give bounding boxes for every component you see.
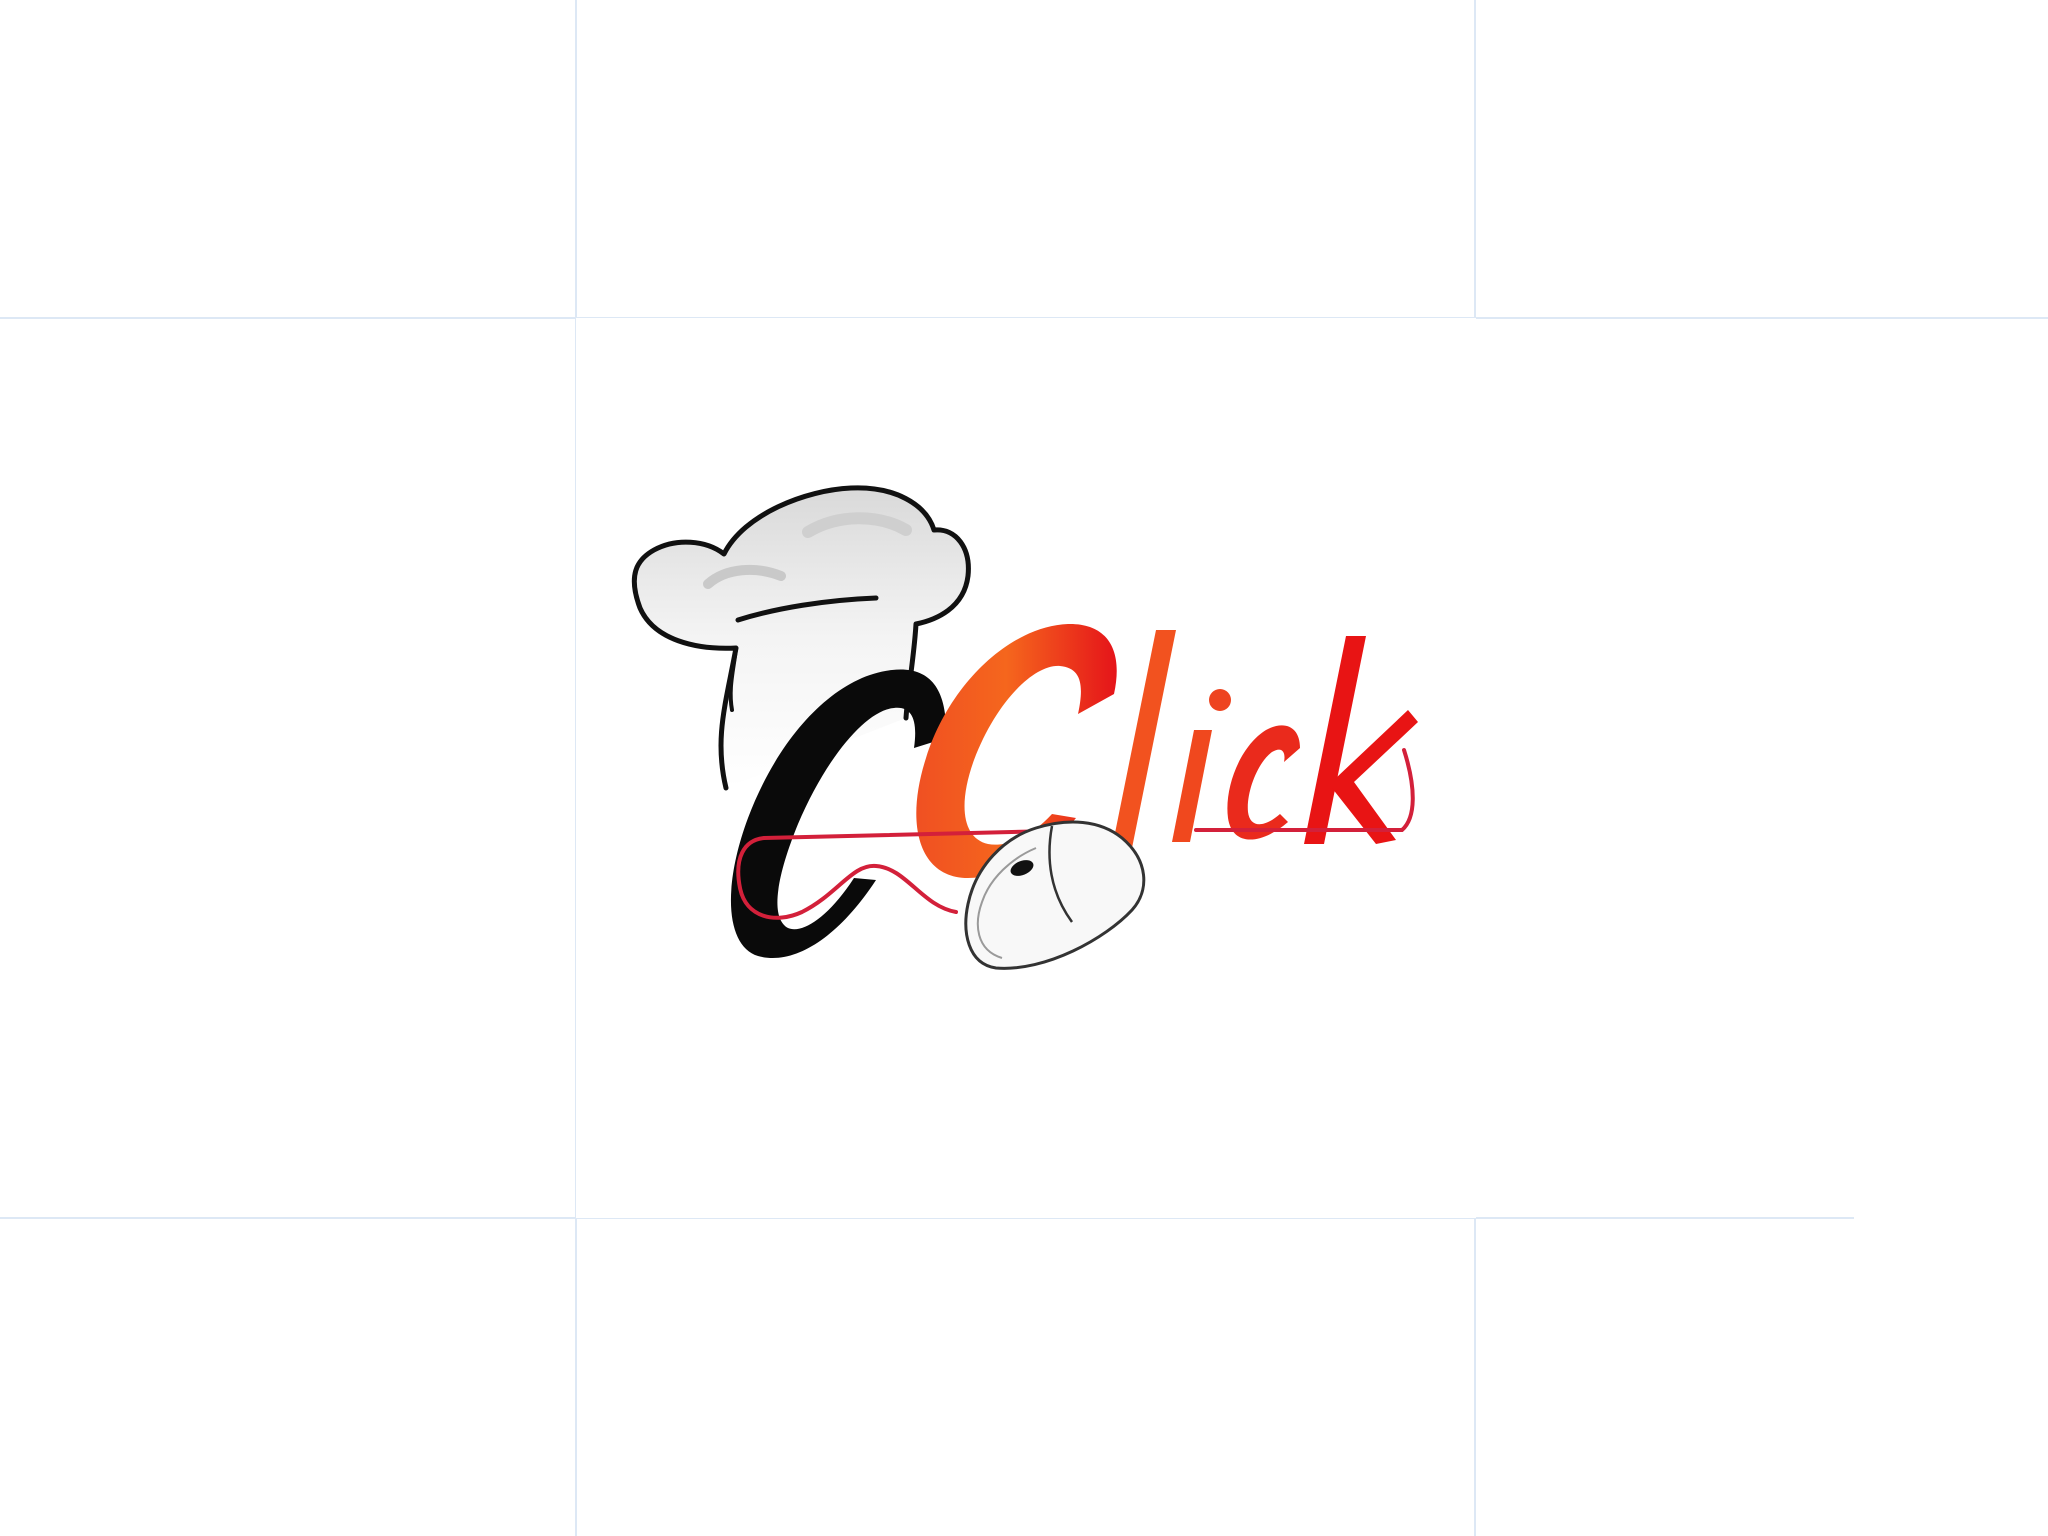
- cclick-logo-artwork: [631, 485, 1418, 970]
- computer-mouse-icon: [964, 820, 1146, 970]
- logo-canvas: [0, 0, 2048, 1536]
- wordmark-lick: [1112, 630, 1418, 848]
- cclick-logo: [576, 318, 1476, 1218]
